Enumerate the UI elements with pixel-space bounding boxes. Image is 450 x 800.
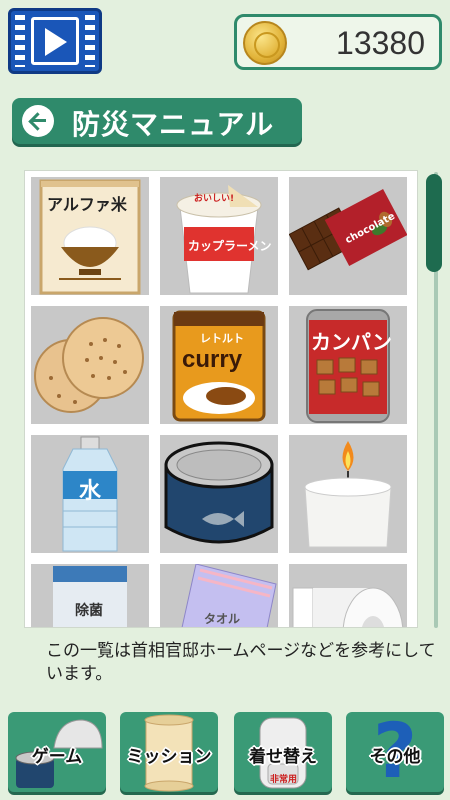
item-label: 水 (79, 479, 102, 504)
nav-label: ミッション (126, 747, 212, 767)
item-towel[interactable]: タオル (160, 564, 278, 627)
item-sublabel: おいしい! (194, 194, 235, 204)
film-strip-left (15, 15, 25, 67)
film-strip-right (85, 15, 95, 67)
item-cup-ramen[interactable]: カップラーメン おいしい! (160, 177, 278, 295)
item-grid-panel[interactable]: アルファ米 カップラーメン おいしい! chocolate レトルト curry… (24, 170, 418, 628)
item-label: アルファ米 (47, 195, 127, 214)
nav-label: 着せ替え (249, 747, 317, 767)
kanpan-icon (306, 309, 390, 423)
item-chocolate[interactable]: chocolate (289, 177, 407, 295)
scrollbar-thumb[interactable] (426, 174, 442, 272)
nav-dressup-button[interactable]: 非常用 着せ替え (234, 712, 332, 792)
nav-label: ゲーム (31, 747, 83, 767)
page-title: 防災マニュアル (72, 108, 275, 141)
item-canned-fish[interactable] (160, 435, 278, 553)
item-label: カンパン (311, 330, 392, 354)
canned-fish-icon (164, 441, 274, 544)
item-label: カップラーメン (188, 239, 272, 253)
item-crackers[interactable] (31, 306, 149, 424)
item-grid: アルファ米 カップラーメン おいしい! chocolate レトルト curry… (31, 177, 407, 627)
nav-label: その他 (369, 747, 421, 767)
nav-mission-button[interactable]: ミッション (120, 712, 218, 792)
source-note: この一覧は首相官邸ホームページなどを参考にしています。 (46, 641, 436, 684)
item-label: 除菌 (75, 603, 103, 619)
item-sublabel: curry (182, 346, 243, 373)
item-alpha-rice[interactable]: アルファ米 (31, 177, 149, 295)
toilet-paper-icon (292, 587, 404, 627)
item-retort-curry[interactable]: レトルト curry (160, 306, 278, 424)
title-banner: 防災マニュアル (12, 98, 302, 144)
item-antibacterial-wipes[interactable]: 除菌 (31, 564, 149, 627)
play-icon (45, 28, 67, 56)
item-candle[interactable] (289, 435, 407, 553)
back-arrow-icon[interactable] (22, 105, 54, 137)
item-toilet-paper[interactable] (289, 564, 407, 627)
item-water-bottle[interactable]: 水 (31, 435, 149, 553)
backpack-tag: 非常用 (270, 775, 298, 785)
crackers-icon (34, 317, 144, 413)
video-button[interactable] (8, 8, 102, 74)
item-kanpan[interactable]: カンパン (289, 306, 407, 424)
coin-count: 13380 (336, 25, 425, 61)
nav-other-button[interactable]: ? その他 (346, 712, 444, 792)
coin-counter: 13380 (234, 14, 442, 70)
candle-icon (304, 441, 392, 548)
item-label: タオル (204, 612, 241, 626)
gold-coin-icon (243, 21, 287, 65)
item-label: レトルト (200, 332, 244, 345)
nav-game-button[interactable]: ゲーム (8, 712, 106, 792)
